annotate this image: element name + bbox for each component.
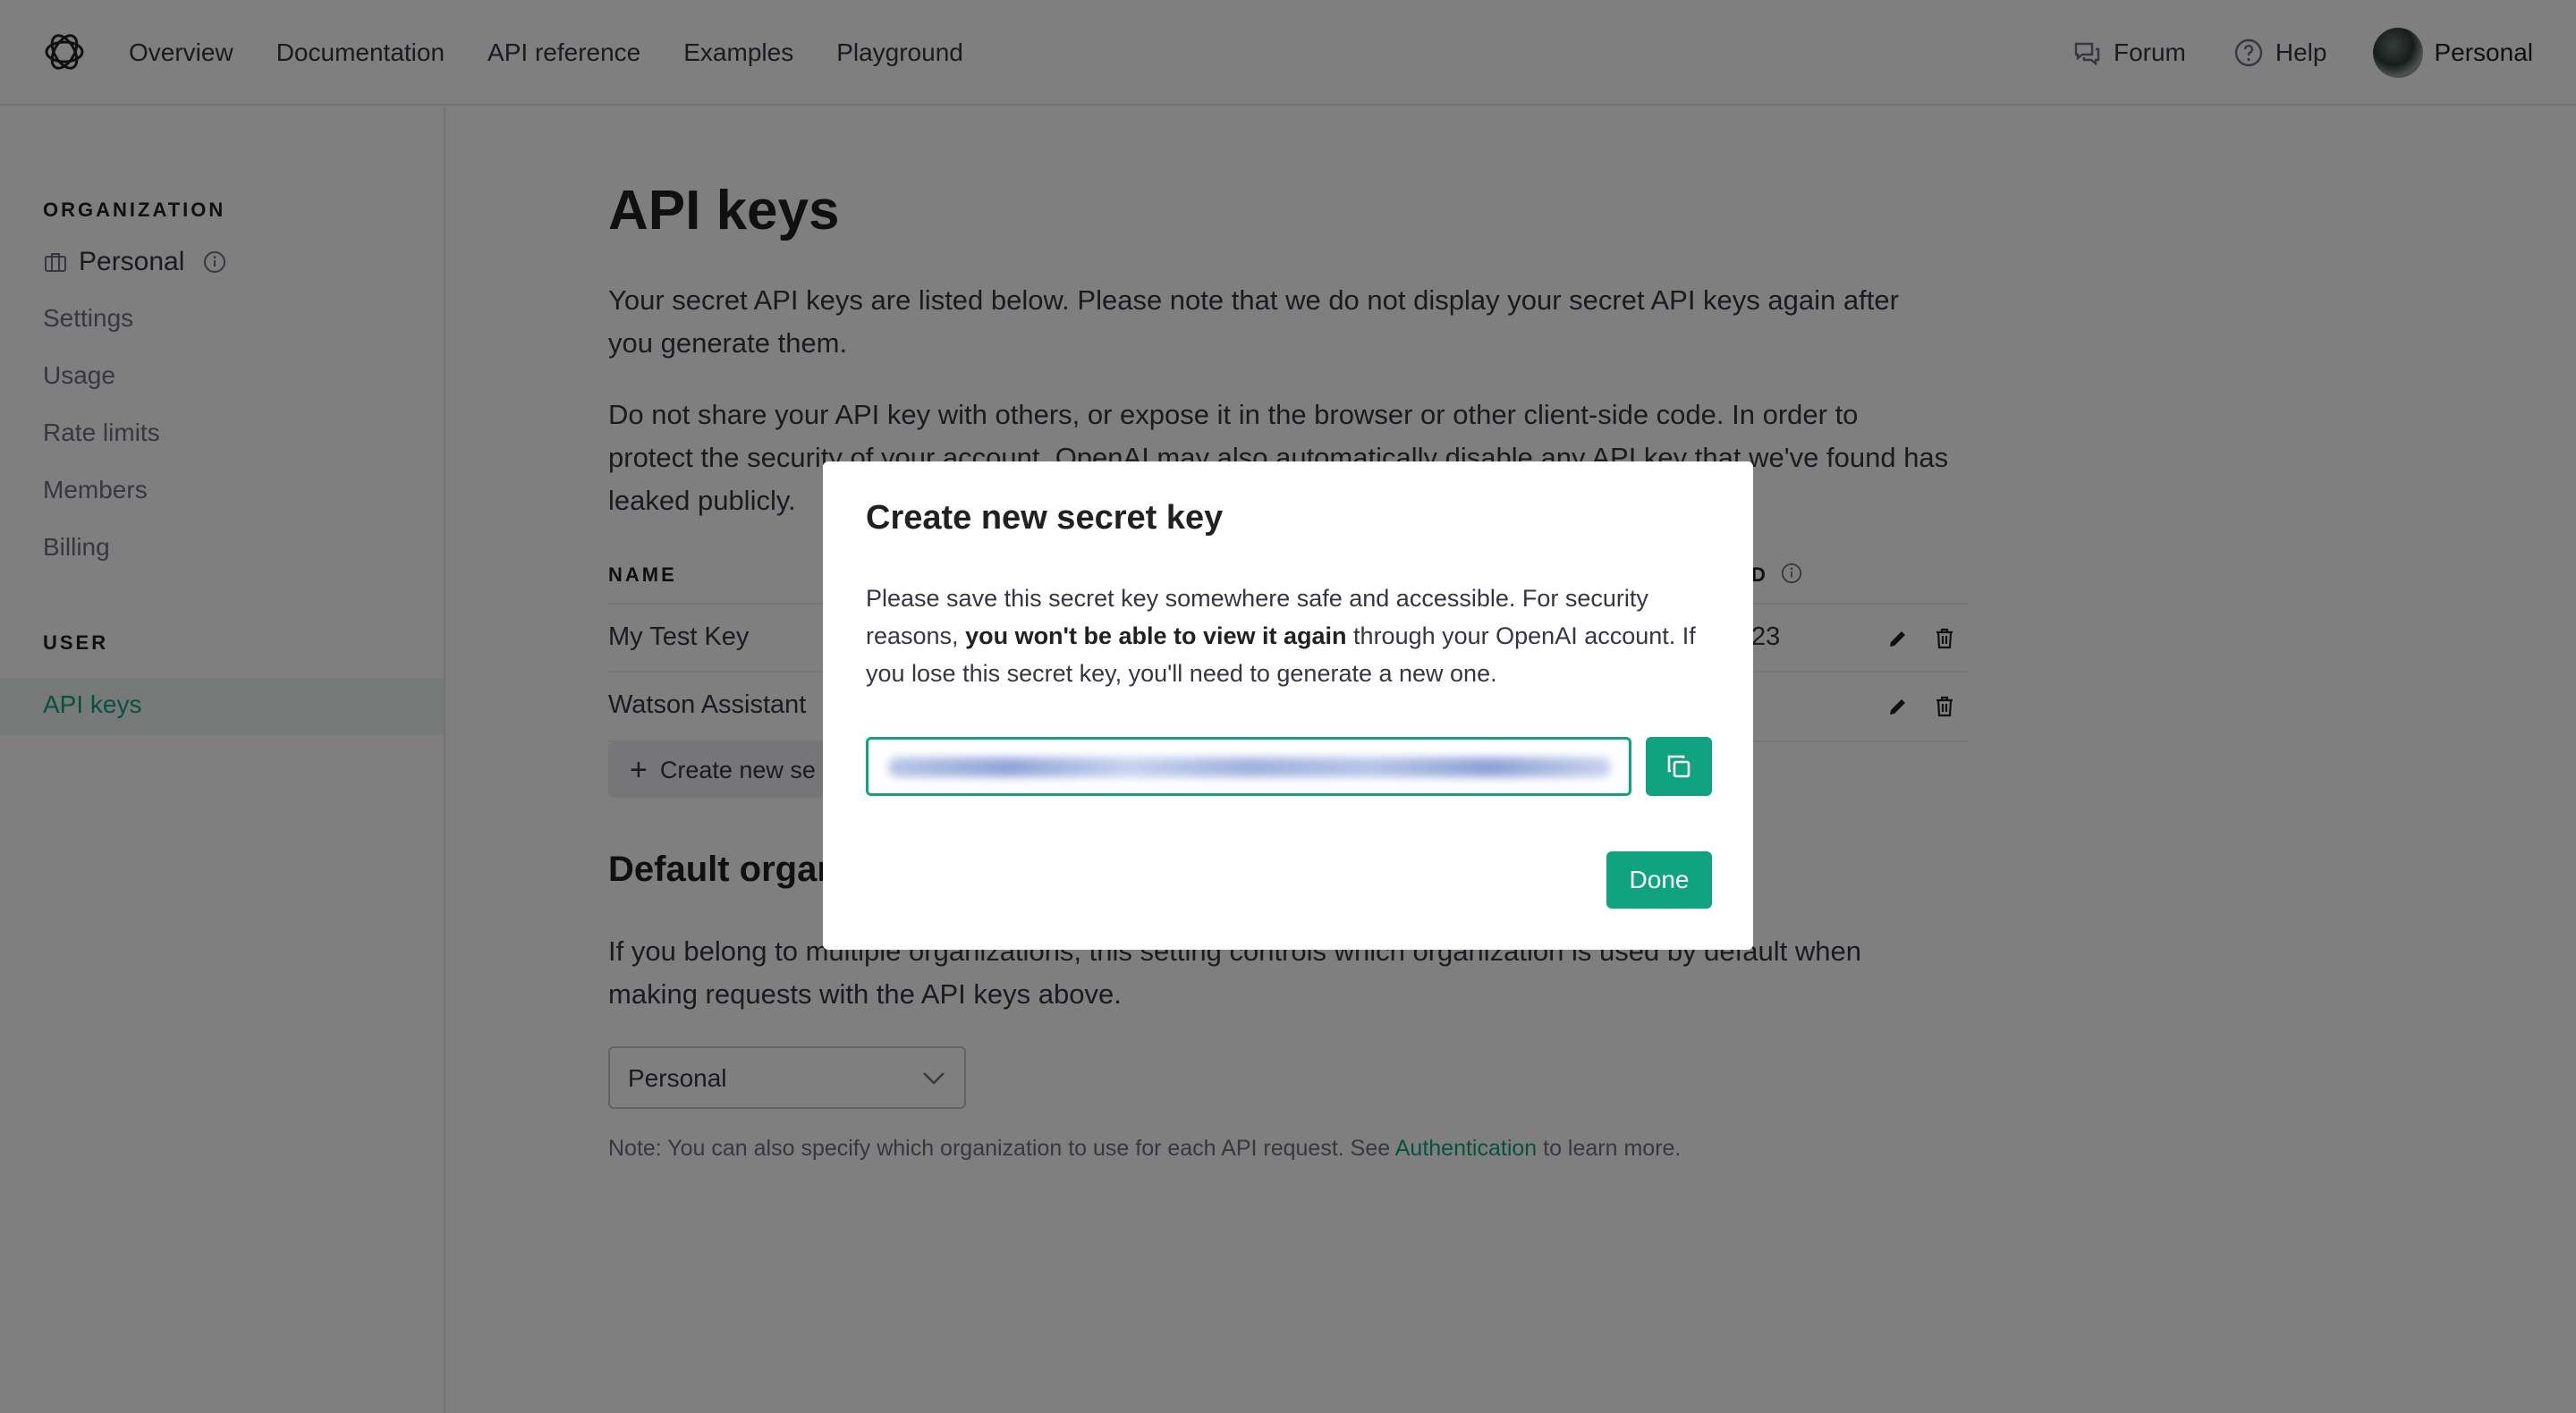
blurred-key-value — [888, 757, 1611, 777]
copy-icon — [1667, 755, 1690, 778]
modal-body-bold: you won't be able to view it again — [965, 622, 1347, 649]
done-button[interactable]: Done — [1606, 851, 1712, 909]
secret-key-field[interactable] — [866, 737, 1631, 796]
modal-body: Please save this secret key somewhere sa… — [866, 580, 1716, 692]
modal-title: Create new secret key — [866, 499, 1224, 537]
create-secret-key-modal: Create new secret key Please save this s… — [823, 461, 1753, 950]
copy-button[interactable] — [1646, 737, 1712, 796]
